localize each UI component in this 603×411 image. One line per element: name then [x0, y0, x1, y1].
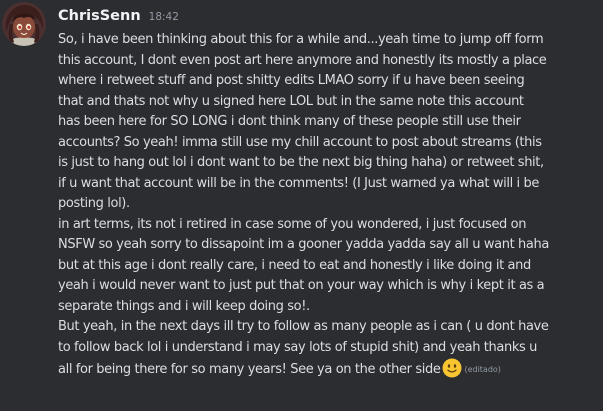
message-line: is just to hang out lol i dont want to b…	[58, 155, 544, 170]
timestamp[interactable]: 18:42	[149, 11, 179, 23]
message-line: in art terms, its not i retired in case …	[58, 216, 527, 232]
message-line: where i retweet stuff and post shitty ed…	[58, 73, 525, 88]
message-line: NSFW so yeah sorry to dissapoint im a go…	[58, 237, 549, 252]
chat-message: ChrisSenn 18:42 So, i have been thinking…	[0, 0, 603, 411]
user-avatar[interactable]	[2, 2, 46, 46]
message-line: but at this age i dont really care, i ne…	[58, 257, 531, 273]
avatar-illustration	[2, 2, 46, 46]
edited-label: (editado)	[464, 365, 501, 374]
message-line-text: all for being there for so many years! S…	[58, 362, 441, 377]
message-content: So, i have been thinking about this for …	[58, 30, 598, 381]
message-line: that and thats not why u signed here LOL…	[58, 93, 524, 109]
message-header: ChrisSenn 18:42	[58, 8, 179, 24]
message-line: accounts? So yeah! imma still use my chi…	[58, 134, 542, 150]
message-line: this account, I dont even post art here …	[58, 52, 547, 68]
message-line: if u want that account will be in the co…	[58, 175, 540, 191]
message-line: But yeah, in the next days ill try to fo…	[58, 319, 549, 334]
message-line: separate things and i will keep doing so…	[58, 298, 310, 314]
message-line: has been here for SO LONG i dont think m…	[58, 114, 521, 129]
username[interactable]: ChrisSenn	[58, 8, 141, 24]
message-line: So, i have been thinking about this for …	[58, 32, 544, 47]
message-line: yeah i would never want to just put that…	[58, 278, 545, 293]
slightly-smiling-face-icon[interactable]	[442, 358, 462, 378]
message-line: to follow back lol i understand i may sa…	[58, 339, 537, 355]
message-line: posting lol).	[58, 196, 130, 211]
message-line-last: all for being there for so many years! S…	[58, 358, 598, 381]
